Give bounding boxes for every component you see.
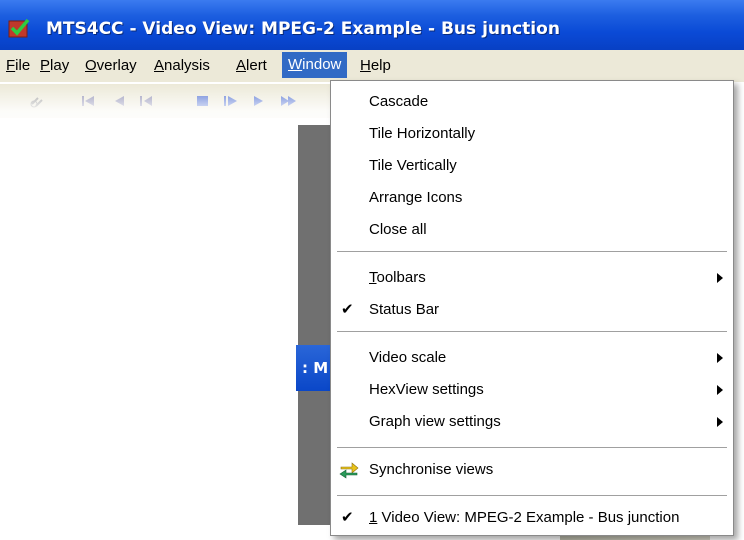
fast-forward-icon[interactable] [278,90,300,112]
skip-back-icon[interactable] [78,90,100,112]
window-menu: Cascade Tile Horizontally Tile Verticall… [330,80,734,536]
menu-help[interactable]: Help [360,56,391,76]
menu-item-tile-vertically[interactable]: Tile Vertically [331,151,733,181]
checkmark-icon: ✔ [341,301,354,318]
link-icon[interactable] [28,90,50,112]
menu-separator [337,447,727,448]
step-forward-icon[interactable] [248,90,270,112]
app-icon[interactable] [8,18,30,38]
stop-icon[interactable] [192,90,214,112]
menu-analysis[interactable]: Analysis [154,56,210,76]
sync-icon [339,462,359,479]
submenu-arrow-icon [717,417,723,427]
menu-bar: File Play Overlay Analysis Alert Window … [0,50,744,82]
document-title-fragment: : M [296,345,334,391]
menu-alert[interactable]: Alert [236,56,267,76]
title-bar: MTS4CC - Video View: MPEG-2 Example - Bu… [0,0,744,50]
menu-item-graph-view-settings[interactable]: Graph view settings [331,407,733,437]
rewind-icon[interactable] [136,90,158,112]
document-area [298,125,334,525]
menu-item-window-1[interactable]: ✔ 1 Video View: MPEG-2 Example - Bus jun… [331,503,733,533]
menu-overlay[interactable]: Overlay [85,56,137,76]
toolbar [0,84,332,118]
menu-item-cascade[interactable]: Cascade [331,87,733,117]
menu-item-arrange-icons[interactable]: Arrange Icons [331,183,733,213]
submenu-arrow-icon [717,385,723,395]
window-title: MTS4CC - Video View: MPEG-2 Example - Bu… [46,19,560,39]
menu-item-toolbars[interactable]: Toolbars [331,263,733,293]
submenu-arrow-icon [717,273,723,283]
menu-item-synchronise-views[interactable]: Synchronise views [331,455,733,485]
play-icon[interactable] [220,90,242,112]
menu-item-status-bar[interactable]: ✔ Status Bar [331,295,733,325]
menu-file[interactable]: File [6,56,30,76]
checkmark-icon: ✔ [341,509,354,526]
menu-item-video-scale[interactable]: Video scale [331,343,733,373]
menu-item-tile-horizontally[interactable]: Tile Horizontally [331,119,733,149]
menu-window[interactable]: Window [282,52,348,78]
menu-item-close-all[interactable]: Close all [331,215,733,245]
menu-separator [337,331,727,332]
menu-play[interactable]: Play [40,56,69,76]
menu-item-hexview-settings[interactable]: HexView settings [331,375,733,405]
menu-separator [337,495,727,496]
step-back-icon[interactable] [108,90,130,112]
menu-separator [337,251,727,252]
submenu-arrow-icon [717,353,723,363]
